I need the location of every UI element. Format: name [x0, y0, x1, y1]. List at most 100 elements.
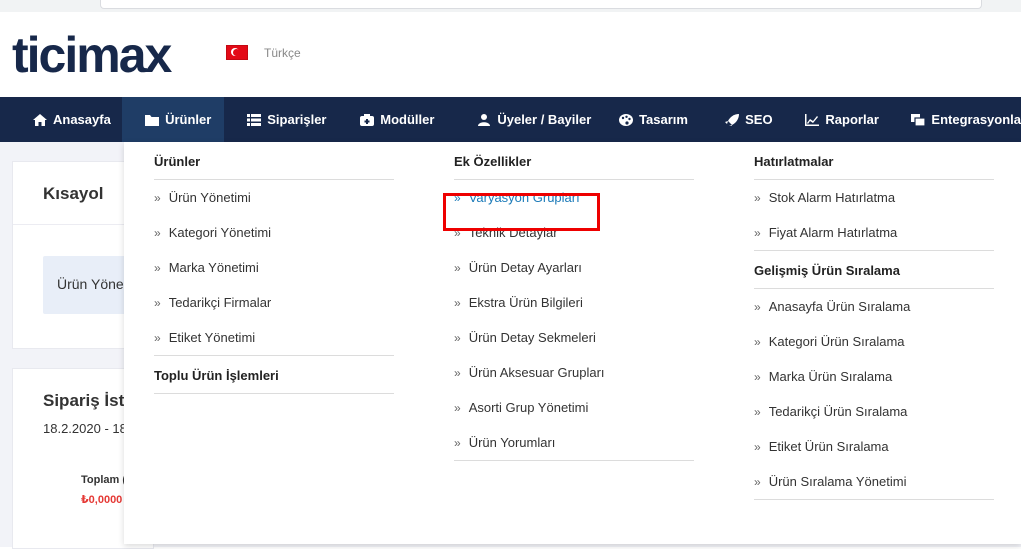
double-chevron-right-icon: »: [754, 440, 761, 454]
nav-label: Raporlar: [825, 112, 879, 127]
nav-label: Tasarım: [639, 112, 688, 127]
users-icon: [478, 113, 491, 126]
menu-item-marka-siralama[interactable]: » Marka Ürün Sıralama: [754, 359, 994, 394]
double-chevron-right-icon: »: [154, 331, 161, 345]
menu-item-kategori-yonetimi[interactable]: » Kategori Yönetimi: [154, 215, 394, 250]
menu-item-marka-yonetimi[interactable]: » Marka Yönetimi: [154, 250, 394, 285]
menu-heading-urunler[interactable]: Ürünler: [154, 142, 394, 180]
double-chevron-right-icon: »: [454, 331, 461, 345]
double-chevron-right-icon: »: [154, 226, 161, 240]
home-icon: [33, 113, 47, 126]
double-chevron-right-icon: »: [454, 296, 461, 310]
nav-item-uyeler-bayiler[interactable]: Üyeler / Bayiler: [449, 97, 600, 142]
ticimax-logo[interactable]: ticimax: [12, 26, 202, 82]
menu-heading-toplu-urun-islemleri[interactable]: Toplu Ürün İşlemleri: [154, 356, 394, 394]
double-chevron-right-icon: »: [754, 370, 761, 384]
menu-column-ek-ozellikler: Ek Özellikler » Varyasyon Grupları » Tekni…: [454, 142, 694, 461]
highlight-box: [443, 193, 600, 231]
nav-label: Entegrasyonla: [931, 112, 1021, 127]
menu-item-label: Ekstra Ürün Bilgileri: [468, 295, 583, 310]
double-chevron-right-icon: »: [754, 405, 761, 419]
orders-title: Sipariş İst: [43, 391, 125, 410]
menu-item-label: Kategori Yönetimi: [168, 225, 272, 240]
double-chevron-right-icon: »: [754, 191, 761, 205]
double-chevron-right-icon: »: [754, 300, 761, 314]
menu-item-urun-detay-ayarlari[interactable]: » Ürün Detay Ayarları: [454, 250, 694, 285]
menu-item-siralama-yonetimi[interactable]: » Ürün Sıralama Yönetimi: [754, 464, 994, 500]
site-header: ticimax Türkçe: [0, 12, 1021, 97]
menu-item-label: Ürün Sıralama Yönetimi: [768, 474, 907, 489]
nav-label: Siparişler: [267, 112, 327, 127]
menu-item-label: Marka Yönetimi: [168, 260, 259, 275]
nav-label: Üyeler / Bayiler: [497, 112, 592, 127]
menu-item-etiket-siralama[interactable]: » Etiket Ürün Sıralama: [754, 429, 994, 464]
menu-item-anasayfa-siralama[interactable]: » Anasayfa Ürün Sıralama: [754, 289, 994, 324]
double-chevron-right-icon: »: [754, 226, 761, 240]
language-selector[interactable]: Türkçe: [226, 45, 301, 60]
menu-item-label: Etiket Ürün Sıralama: [768, 439, 889, 454]
module-icon: [360, 113, 375, 126]
menu-item-label: Etiket Yönetimi: [168, 330, 256, 345]
turkey-flag-icon: [226, 45, 248, 60]
orders-date-range[interactable]: 18.2.2020 - 18: [43, 421, 127, 436]
copy-icon: [911, 113, 926, 126]
menu-item-stok-alarm[interactable]: » Stok Alarm Hatırlatma: [754, 180, 994, 215]
menu-item-ekstra-urun-bilgileri[interactable]: » Ekstra Ürün Bilgileri: [454, 285, 694, 320]
logo-wordmark: ticimax: [12, 27, 175, 82]
menu-heading-gelismis-urun-siralama[interactable]: Gelişmiş Ürün Sıralama: [754, 251, 994, 289]
menu-heading-hatirlatmalar[interactable]: Hatırlatmalar: [754, 142, 994, 180]
menu-item-fiyat-alarm[interactable]: » Fiyat Alarm Hatırlatma: [754, 215, 994, 251]
double-chevron-right-icon: »: [754, 335, 761, 349]
nav-label: Modüller: [380, 112, 435, 127]
nav-item-tasarim[interactable]: Tasarım: [600, 97, 708, 142]
menu-item-tedarikci-siralama[interactable]: » Tedarikçi Ürün Sıralama: [754, 394, 994, 429]
nav-item-raporlar[interactable]: Raporlar: [792, 97, 901, 142]
nav-item-seo[interactable]: SEO: [708, 97, 792, 142]
menu-item-label: Asorti Grup Yönetimi: [468, 400, 589, 415]
menu-column-hatirlatmalar: Hatırlatmalar » Stok Alarm Hatırlatma » Fi…: [754, 142, 994, 500]
language-label: Türkçe: [264, 45, 301, 60]
browser-tab-area: [100, 0, 982, 9]
orders-total-label: Toplam (: [81, 474, 127, 486]
nav-item-moduller[interactable]: Modüller: [338, 97, 449, 142]
double-chevron-right-icon: »: [154, 191, 161, 205]
menu-item-label: Ürün Detay Ayarları: [468, 260, 582, 275]
orders-total-value: ₺0,0000: [81, 494, 123, 506]
shortcut-chip-label: Ürün Yöne: [57, 276, 124, 292]
menu-heading-ek-ozellikler[interactable]: Ek Özellikler: [454, 142, 694, 180]
menu-item-label: Ürün Detay Sekmeleri: [468, 330, 596, 345]
menu-item-label: Tedarikçi Ürün Sıralama: [768, 404, 908, 419]
menu-item-label: Kategori Ürün Sıralama: [768, 334, 905, 349]
menu-item-urun-aksesuar-gruplari[interactable]: » Ürün Aksesuar Grupları: [454, 355, 694, 390]
nav-label: SEO: [745, 112, 773, 127]
nav-item-anasayfa[interactable]: Anasayfa: [0, 97, 122, 142]
nav-label: Ürünler: [165, 112, 212, 127]
menu-item-label: Ürün Aksesuar Grupları: [468, 365, 605, 380]
menu-item-kategori-siralama[interactable]: » Kategori Ürün Sıralama: [754, 324, 994, 359]
menu-item-etiket-yonetimi[interactable]: » Etiket Yönetimi: [154, 320, 394, 356]
double-chevron-right-icon: »: [454, 401, 461, 415]
menu-column-urunler: Ürünler » Ürün Yönetimi » Kategori Yönetim…: [154, 142, 394, 394]
double-chevron-right-icon: »: [454, 366, 461, 380]
double-chevron-right-icon: »: [454, 436, 461, 450]
menu-item-urun-yonetimi[interactable]: » Ürün Yönetimi: [154, 180, 394, 215]
menu-item-label: Marka Ürün Sıralama: [768, 369, 893, 384]
folder-icon: [145, 114, 160, 126]
double-chevron-right-icon: »: [754, 475, 761, 489]
chart-icon: [805, 113, 820, 126]
palette-icon: [619, 113, 634, 126]
nav-item-siparisler[interactable]: Siparişler: [224, 97, 338, 142]
list-icon: [247, 113, 262, 126]
shortcut-title: Kısayol: [43, 184, 104, 203]
nav-label: Anasayfa: [53, 112, 111, 127]
menu-item-urun-yorumlari[interactable]: » Ürün Yorumları: [454, 425, 694, 461]
menu-item-urun-detay-sekmeleri[interactable]: » Ürün Detay Sekmeleri: [454, 320, 694, 355]
nav-item-entegrasyonlar[interactable]: Entegrasyonla: [901, 97, 1021, 142]
menu-item-asorti-grup-yonetimi[interactable]: » Asorti Grup Yönetimi: [454, 390, 694, 425]
menu-item-label: Fiyat Alarm Hatırlatma: [768, 225, 898, 240]
logo-text: ticimax: [12, 27, 173, 82]
double-chevron-right-icon: »: [454, 261, 461, 275]
menu-item-label: Ürün Yönetimi: [168, 190, 251, 205]
nav-item-urunler[interactable]: Ürünler: [122, 97, 225, 142]
menu-item-tedarikci-firmalar[interactable]: » Tedarikçi Firmalar: [154, 285, 394, 320]
